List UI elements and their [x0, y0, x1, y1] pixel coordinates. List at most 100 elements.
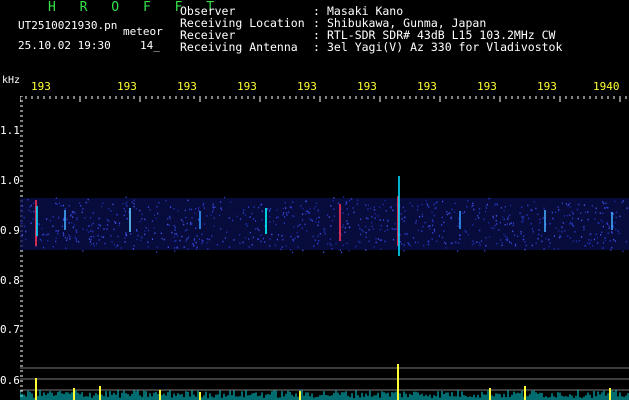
speckle-dot: [88, 225, 90, 227]
speckle-dot: [506, 223, 508, 225]
speckle-dot: [459, 234, 461, 236]
speckle-dot: [136, 238, 138, 241]
speckle-dot: [261, 203, 263, 206]
speckle-dot: [478, 242, 481, 244]
speckle-dot: [68, 205, 70, 207]
speckle-dot: [531, 209, 533, 212]
speckle-dot: [523, 216, 525, 218]
y-tick: 0.9: [0, 224, 20, 237]
speckle-dot: [346, 242, 348, 245]
speckle-dot: [58, 202, 60, 205]
speckle-dot: [198, 238, 200, 240]
speckle-dot: [324, 229, 326, 231]
speckle-dot: [374, 217, 376, 219]
speckle-dot: [294, 237, 296, 240]
speckle-dot: [108, 208, 110, 210]
speckle-dot: [613, 239, 615, 241]
speckle-dot: [589, 233, 591, 236]
speckle-dot: [599, 212, 601, 214]
speckle-dot: [535, 207, 537, 210]
speckle-dot: [566, 214, 568, 217]
speckle-dot: [282, 238, 284, 241]
speckle-dot: [107, 224, 109, 226]
speckle-dot: [302, 207, 304, 210]
speckle-dot: [434, 207, 436, 210]
speckle-dot: [95, 242, 98, 245]
speckle-dot: [41, 227, 43, 230]
speckle-dot: [75, 229, 77, 231]
speckle-dot: [98, 223, 100, 226]
speckle-dot: [38, 223, 40, 226]
speckle-dot: [97, 227, 99, 229]
speckle-dot: [147, 229, 150, 232]
speckle-dot: [275, 223, 277, 226]
speckle-dot: [485, 210, 487, 213]
speckle-dot: [422, 225, 424, 228]
speckle-dot: [42, 234, 44, 236]
speckle-dot: [93, 245, 95, 247]
speckle-dot: [433, 214, 435, 217]
speckle-dot: [593, 238, 596, 241]
speckle-dot: [496, 203, 498, 206]
speckle-dot: [113, 243, 116, 246]
speckle-dot: [431, 211, 433, 214]
speckle-dot: [479, 208, 481, 210]
speckle-dot: [502, 216, 504, 218]
speckle-dot: [133, 205, 135, 208]
speckle-dot: [503, 233, 505, 236]
speckle-dot: [93, 235, 95, 238]
speckle-dot: [30, 222, 32, 224]
speckle-dot: [75, 238, 78, 240]
speckle-dot: [379, 228, 381, 231]
speckle-dot: [345, 201, 347, 203]
speckle-dot: [415, 222, 417, 224]
speckle-dot: [342, 226, 344, 228]
speckle-dot: [494, 224, 496, 227]
speckle-dot: [323, 228, 325, 230]
speckle-dot: [379, 239, 381, 241]
speckle-dot: [607, 232, 609, 235]
speckle-dot: [156, 251, 158, 253]
speckle-dot: [504, 224, 506, 226]
speckle-dot: [543, 248, 545, 250]
speckle-dot: [608, 227, 610, 229]
speckle-dot: [236, 215, 238, 217]
speckle-dot: [471, 205, 473, 208]
speckle-dot: [476, 241, 478, 243]
speckle-dot: [475, 218, 477, 220]
speckle-dot: [267, 208, 269, 210]
speckle-dot: [125, 231, 127, 234]
speckle-dot: [464, 229, 466, 232]
speckle-dot: [527, 217, 530, 220]
speckle-dot: [604, 207, 606, 209]
speckle-dot: [401, 243, 403, 245]
speckle-dot: [571, 223, 573, 225]
speckle-dot: [484, 250, 486, 252]
speckle-dot: [113, 228, 115, 231]
speckle-dot: [602, 212, 604, 214]
speckle-dot: [274, 244, 276, 247]
speckle-dot: [323, 251, 325, 253]
speckle-dot: [284, 216, 286, 218]
speckle-dot: [523, 235, 525, 237]
speckle-dot: [264, 241, 266, 243]
speckle-dot: [174, 229, 176, 231]
speckle-dot: [595, 211, 597, 214]
speckle-dot: [257, 238, 259, 240]
speckle-dot: [244, 214, 246, 216]
speckle-dot: [307, 212, 309, 214]
speckle-dot: [63, 234, 65, 237]
speckle-dot: [191, 223, 193, 225]
speckle-dot: [107, 219, 109, 221]
speckle-dot: [33, 202, 35, 204]
speckle-dot: [101, 205, 103, 208]
speckle-dot: [61, 225, 63, 227]
speckle-dot: [168, 215, 171, 218]
speckle-dot: [167, 218, 169, 220]
speckle-dot: [500, 207, 502, 209]
speckle-dot: [260, 240, 262, 243]
speckle-dot: [595, 233, 597, 236]
speckle-dot: [187, 248, 189, 250]
speckle-dot: [296, 231, 298, 234]
speckle-dot: [207, 248, 209, 250]
